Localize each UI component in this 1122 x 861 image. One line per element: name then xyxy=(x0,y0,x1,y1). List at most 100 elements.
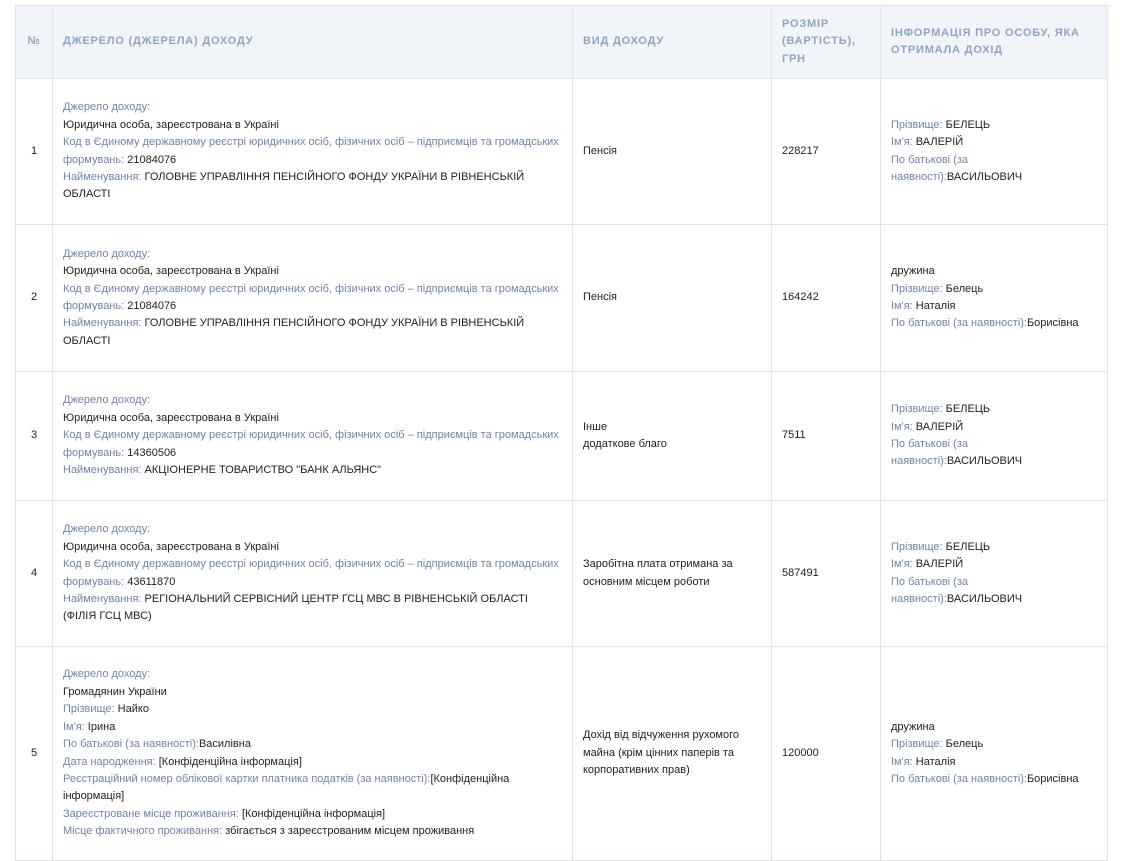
income-type: Заробітна плата отримана за основним міс… xyxy=(572,500,772,647)
source-label: Джерело доходу: xyxy=(63,394,151,407)
taxnum-label: Реєстраційний номер облікової картки пла… xyxy=(63,772,431,785)
firstname-label: Ім'я: xyxy=(891,136,913,149)
header-number: № xyxy=(15,5,53,79)
source-label: Джерело доходу: xyxy=(63,247,151,260)
income-amount: 7511 xyxy=(771,371,881,501)
income-source-cell: Джерело доходу: Юридична особа, зареєстр… xyxy=(52,78,573,225)
patronymic-value: Борисівна xyxy=(1026,317,1079,330)
surname-label: Прізвище: xyxy=(891,738,943,751)
table-row: 1 Джерело доходу: Юридична особа, зареєс… xyxy=(15,78,1108,225)
income-type: Пенсія xyxy=(572,78,772,225)
patronymic-value: Борисівна xyxy=(1026,772,1079,785)
code-value: 21084076 xyxy=(127,300,177,312)
surname-label: Прізвище: xyxy=(891,540,943,553)
regaddress-label: Зареєстроване місце проживання: xyxy=(63,807,239,820)
row-number: 4 xyxy=(15,500,53,647)
firstname-value: Наталія xyxy=(915,300,956,312)
source-label: Джерело доходу: xyxy=(63,523,151,536)
income-amount: 120000 xyxy=(771,646,881,861)
name-label: Найменування: xyxy=(63,170,142,183)
firstname-label: Ім'я: xyxy=(891,300,913,312)
income-source-cell: Джерело доходу: Юридична особа, зареєстр… xyxy=(52,371,573,501)
income-type: Інше xyxy=(583,420,608,433)
relation-value: дружина xyxy=(891,720,935,733)
income-amount: 587491 xyxy=(771,500,881,647)
header-source: Джерело (джерела) доходу xyxy=(52,5,573,79)
relation-value: дружина xyxy=(891,265,935,278)
surname-label: Прізвище: xyxy=(891,282,943,295)
code-value: 21084076 xyxy=(127,153,177,166)
recipient-cell: дружина Прізвище: Белець Ім'я: Наталія П… xyxy=(880,646,1108,861)
income-type-cell: Інше додаткове благо xyxy=(572,371,772,501)
patronymic-label: По батькові (за наявності): xyxy=(891,317,1027,330)
firstname-value: ВАЛЕРІЙ xyxy=(915,558,964,571)
source-label: Джерело доходу: xyxy=(63,668,151,681)
row-number: 2 xyxy=(15,224,53,372)
recipient-cell: Прізвище: БЕЛЕЦЬ Ім'я: ВАЛЕРІЙ По батько… xyxy=(880,78,1108,225)
income-type: Пенсія xyxy=(572,224,772,372)
patronymic-value: ВАСИЛЬОВИЧ xyxy=(946,455,1023,468)
patronymic-value: ВАСИЛЬОВИЧ xyxy=(946,592,1023,605)
firstname-label: Ім'я: xyxy=(63,720,85,733)
income-source-cell: Джерело доходу: Юридична особа, зареєстр… xyxy=(52,224,573,372)
recipient-cell: Прізвище: БЕЛЕЦЬ Ім'я: ВАЛЕРІЙ По батько… xyxy=(880,500,1108,647)
birthdate-label: Дата народження: xyxy=(63,755,156,768)
source-kind: Громадянин України xyxy=(63,685,167,698)
income-type: Дохід від відчуження рухомого майна (крі… xyxy=(572,646,772,861)
header-income-type: Вид доходу xyxy=(572,5,772,79)
name-label: Найменування: xyxy=(63,464,142,477)
source-label: Джерело доходу: xyxy=(63,101,151,114)
firstname-value: ВАЛЕРІЙ xyxy=(915,420,964,433)
surname-label: Прізвище: xyxy=(891,118,943,131)
firstname-label: Ім'я: xyxy=(891,755,913,768)
table-row: 5 Джерело доходу: Громадянин України Прі… xyxy=(15,646,1108,861)
firstname-value: Наталія xyxy=(915,755,956,768)
surname-value: Найко xyxy=(117,703,149,716)
patronymic-value: Василівна xyxy=(198,738,251,751)
firstname-value: Ірина xyxy=(87,720,116,733)
income-amount: 228217 xyxy=(771,78,881,225)
income-source-cell: Джерело доходу: Громадянин України Прізв… xyxy=(52,646,573,861)
firstname-label: Ім'я: xyxy=(891,420,913,433)
income-table: № Джерело (джерела) доходу Вид доходу Ро… xyxy=(15,5,1108,861)
actualaddress-label: Місце фактичного проживання: xyxy=(63,825,223,838)
source-kind: Юридична особа, зареєстрована в Україні xyxy=(63,540,279,553)
row-number: 1 xyxy=(15,78,53,225)
header-amount: Розмір (вартість), грн xyxy=(771,5,881,79)
surname-value: БЕЛЕЦЬ xyxy=(945,403,991,416)
source-kind: Юридична особа, зареєстрована в Україні xyxy=(63,118,279,131)
recipient-cell: дружина Прізвище: Белець Ім'я: Наталія П… xyxy=(880,224,1108,372)
row-number: 5 xyxy=(15,646,53,861)
surname-value: Белець xyxy=(945,282,984,295)
table-row: 2 Джерело доходу: Юридична особа, зареєс… xyxy=(15,224,1108,372)
income-source-cell: Джерело доходу: Юридична особа, зареєстр… xyxy=(52,500,573,647)
code-value: 43611870 xyxy=(127,575,176,588)
surname-value: БЕЛЕЦЬ xyxy=(945,118,991,131)
name-label: Найменування: xyxy=(63,317,142,330)
name-value: АКЦІОНЕРНЕ ТОВАРИСТВО "БАНК АЛЬЯНС" xyxy=(144,464,382,477)
header-recipient: Інформація про особу, яка отримала дохід xyxy=(880,5,1108,79)
income-type-extra: додаткове благо xyxy=(583,438,667,450)
name-label: Найменування: xyxy=(63,592,142,605)
source-kind: Юридична особа, зареєстрована в Україні xyxy=(63,411,279,424)
patronymic-label: По батькові (за наявності): xyxy=(891,772,1027,785)
surname-label: Прізвище: xyxy=(891,403,943,416)
regaddress-value: [Конфіденційна інформація] xyxy=(241,807,386,820)
table-header-row: № Джерело (джерела) доходу Вид доходу Ро… xyxy=(15,5,1108,79)
income-amount: 164242 xyxy=(771,224,881,372)
actualaddress-value: збігається з зареєстрованим місцем прожи… xyxy=(225,825,475,838)
table-row: 3 Джерело доходу: Юридична особа, зареєс… xyxy=(15,371,1108,501)
patronymic-label: По батькові (за наявності): xyxy=(63,738,199,751)
table-row: 4 Джерело доходу: Юридична особа, зареєс… xyxy=(15,500,1108,647)
recipient-cell: Прізвище: БЕЛЕЦЬ Ім'я: ВАЛЕРІЙ По батько… xyxy=(880,371,1108,501)
patronymic-value: ВАСИЛЬОВИЧ xyxy=(946,170,1023,183)
income-section: № Джерело (джерела) доходу Вид доходу Ро… xyxy=(15,5,1108,861)
row-number: 3 xyxy=(15,371,53,501)
surname-label: Прізвище: xyxy=(63,703,115,716)
birthdate-value: [Конфіденційна інформація] xyxy=(158,755,302,768)
code-value: 14360506 xyxy=(127,446,177,459)
firstname-value: ВАЛЕРІЙ xyxy=(915,136,964,149)
source-kind: Юридична особа, зареєстрована в Україні xyxy=(63,265,279,278)
surname-value: Белець xyxy=(945,738,984,751)
firstname-label: Ім'я: xyxy=(891,558,913,571)
